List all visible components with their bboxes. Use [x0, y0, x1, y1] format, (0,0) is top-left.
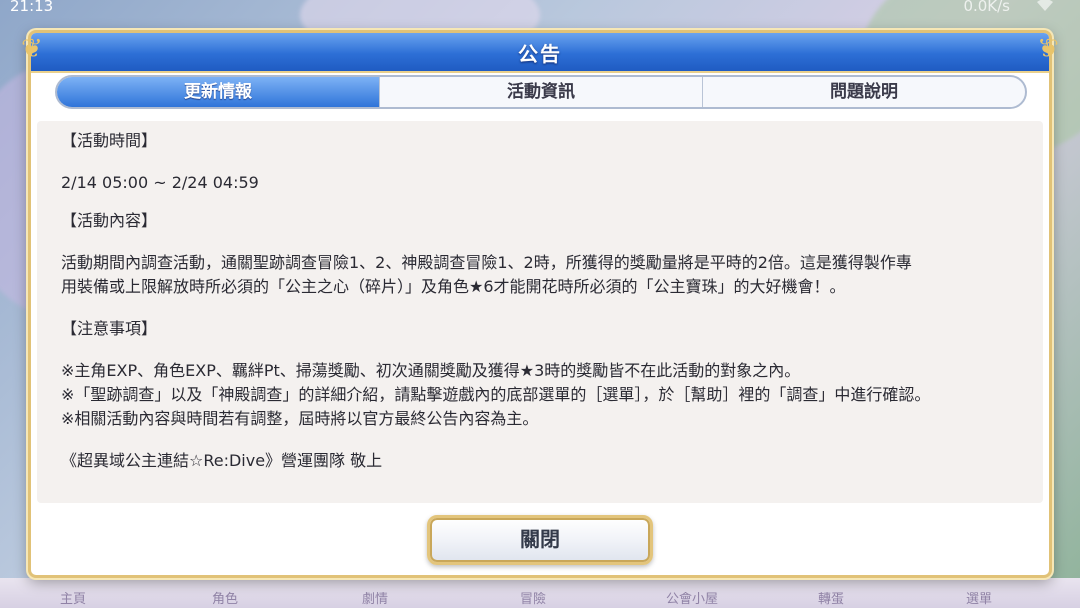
bottom-nav-item-gacha[interactable]: 轉蛋	[818, 588, 844, 607]
content-heading: 【活動內容】	[61, 211, 158, 230]
bottom-nav-item-character[interactable]: 角色	[212, 588, 238, 607]
bottom-nav: 主頁 角色 劇情 冒險 公會小屋 轉蛋 選單	[0, 578, 1080, 608]
signature: 《超異域公主連結☆Re:Dive》營運團隊 敬上	[61, 451, 383, 470]
content-line: 用裝備或上限解放時所必須的「公主之心（碎片）」及角色★6才能開花時所必須的「公主…	[61, 277, 846, 296]
bottom-nav-item-menu[interactable]: 選單	[966, 588, 992, 607]
period-text: 2/14 05:00 ~ 2/24 04:59	[61, 173, 259, 192]
dialog-header: ❦ 公告 ❦	[21, 33, 1059, 73]
close-button[interactable]: 關閉	[427, 515, 653, 565]
period-heading: 【活動時間】	[61, 131, 158, 150]
bottom-nav-item-quest[interactable]: 冒險	[520, 588, 546, 607]
note-line: ※主角EXP、角色EXP、羈絆Pt、掃蕩獎勵、初次通關獎勵及獲得★3時的獎勵皆不…	[61, 361, 801, 380]
bottom-nav-item-story[interactable]: 劇情	[362, 588, 388, 607]
note-line: ※「聖跡調查」以及「神殿調查」的詳細介紹，請點擊遊戲內的底部選單的［選單］，於［…	[61, 385, 931, 404]
dialog-title: 公告	[518, 42, 562, 66]
tab-bar: 更新情報 活動資訊 問題說明	[55, 75, 1027, 109]
tab-update-info[interactable]: 更新情報	[57, 77, 379, 107]
ornament-icon: ❦	[1037, 34, 1059, 64]
notes-heading: 【注意事項】	[61, 319, 158, 338]
content-line: 活動期間內調查活動，通關聖跡調查冒險1、2、神殿調查冒險1、2時，所獲得的獎勵量…	[61, 253, 912, 272]
note-line: ※相關活動內容與時間若有調整，屆時將以官方最終公告內容為主。	[61, 409, 539, 428]
announcement-content[interactable]: 【活動時間】 2/14 05:00 ~ 2/24 04:59 【活動內容】 活動…	[37, 121, 1043, 503]
announcement-dialog: ❦ 公告 ❦ 更新情報 活動資訊 問題說明 【活動時間】 2/14 05:00 …	[21, 30, 1059, 578]
wifi-icon	[1036, 0, 1054, 15]
status-bar: 21:13 0.0K/s	[0, 0, 1080, 18]
tab-event-info[interactable]: 活動資訊	[379, 77, 702, 107]
network-speed: 0.0K/s	[963, 0, 1010, 15]
tab-help[interactable]: 問題說明	[702, 77, 1025, 107]
status-time: 21:13	[10, 0, 54, 15]
bottom-nav-item-guild[interactable]: 公會小屋	[666, 588, 718, 607]
bottom-nav-item-home[interactable]: 主頁	[60, 588, 86, 607]
